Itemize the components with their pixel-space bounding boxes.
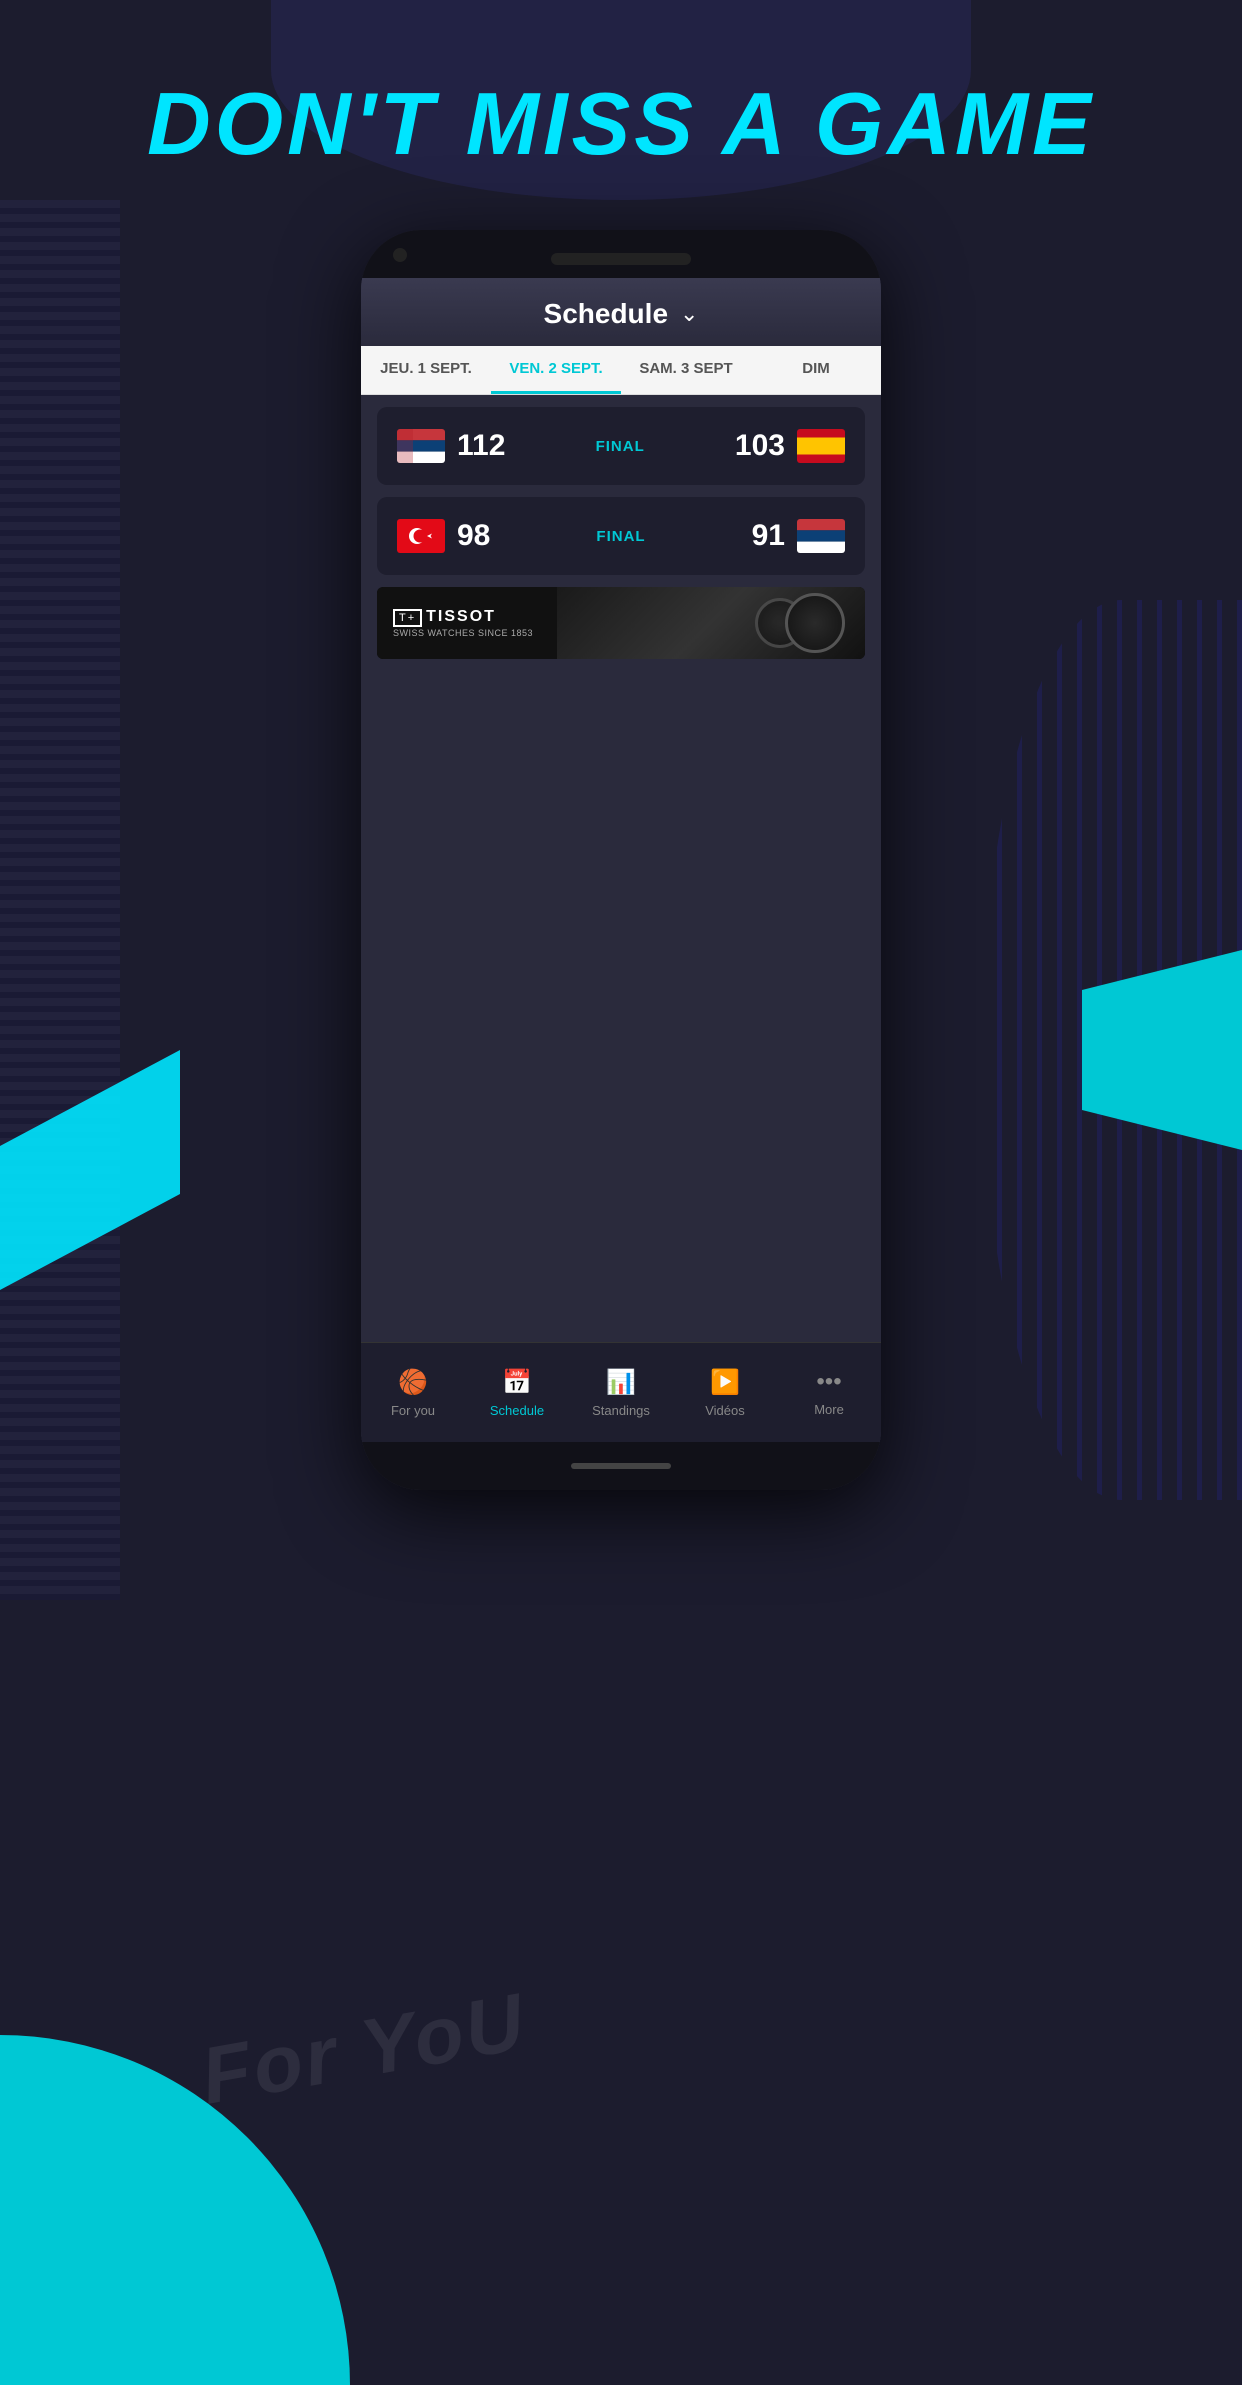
phone-home-indicator	[571, 1463, 671, 1469]
team4-score: 91	[752, 519, 785, 553]
watch-image-2	[785, 593, 845, 653]
bottom-navigation: 🏀 For you 📅 Schedule 📊 Standings ▶️ Vidé…	[361, 1342, 881, 1442]
date-tabs-bar: JEU. 1 SEPT. VEN. 2 SEPT. SAM. 3 SEPT DI…	[361, 346, 881, 395]
match-list: 112 FINAL 103	[361, 395, 881, 1342]
nav-label-more: More	[814, 1402, 844, 1417]
tissot-watch-image	[557, 587, 865, 659]
schedule-title: Schedule	[544, 298, 668, 330]
nav-item-videos[interactable]: ▶️ Vidéos	[673, 1368, 777, 1418]
tab-date-2[interactable]: VEN. 2 SEPT.	[491, 346, 621, 394]
nav-label-for-you: For you	[391, 1403, 435, 1418]
serbia-flag-2-icon	[797, 519, 845, 553]
calendar-icon: 📅	[502, 1368, 532, 1397]
match-card-1[interactable]: 112 FINAL 103	[377, 407, 865, 485]
tab-date-3[interactable]: SAM. 3 SEPT	[621, 346, 751, 394]
page-headline: DON'T MISS A GAME	[80, 80, 1162, 168]
team2-section: 103	[735, 429, 845, 463]
turkey-flag-icon	[397, 519, 445, 553]
match2-status: FINAL	[596, 528, 645, 545]
phone-device: Schedule ⌄ JEU. 1 SEPT. VEN. 2 SEPT. SAM…	[361, 230, 881, 1490]
play-circle-icon: ▶️	[710, 1368, 740, 1397]
nav-label-schedule: Schedule	[490, 1403, 544, 1418]
match1-status: FINAL	[596, 438, 645, 455]
phone-frame: Schedule ⌄ JEU. 1 SEPT. VEN. 2 SEPT. SAM…	[361, 230, 881, 1490]
phone-top-bar	[361, 230, 881, 278]
phone-bottom-bar	[361, 1442, 881, 1490]
nav-label-standings: Standings	[592, 1403, 650, 1418]
nav-item-standings[interactable]: 📊 Standings	[569, 1368, 673, 1418]
team1-score: 112	[457, 429, 505, 463]
tissot-brand-name: T+TISSOT	[393, 608, 496, 626]
team3-score: 98	[457, 519, 490, 553]
team3-section: 98	[397, 519, 490, 553]
bar-chart-icon: 📊	[606, 1368, 636, 1397]
nav-item-for-you[interactable]: 🏀 For you	[361, 1368, 465, 1418]
match-card-2[interactable]: 98 FINAL 91	[377, 497, 865, 575]
chevron-down-icon: ⌄	[680, 301, 698, 327]
phone-speaker	[551, 253, 691, 265]
schedule-header[interactable]: Schedule ⌄	[361, 278, 881, 346]
nav-item-more[interactable]: ••• More	[777, 1368, 881, 1417]
tissot-logo-section: T+TISSOT SWISS WATCHES SINCE 1853	[377, 587, 557, 659]
tissot-tagline: SWISS WATCHES SINCE 1853	[393, 628, 533, 638]
bg-left-stripe	[0, 200, 120, 1600]
nav-label-videos: Vidéos	[705, 1403, 745, 1418]
tab-date-1[interactable]: JEU. 1 SEPT.	[361, 346, 491, 394]
team1-section: 112	[397, 429, 505, 463]
phone-camera	[393, 248, 407, 262]
more-icon: •••	[816, 1368, 841, 1396]
tissot-ad-banner[interactable]: T+TISSOT SWISS WATCHES SINCE 1853	[377, 587, 865, 659]
basketball-icon: 🏀	[398, 1368, 428, 1397]
team2-score: 103	[735, 429, 785, 463]
tab-date-4[interactable]: DIM	[751, 346, 881, 394]
team4-section: 91	[752, 519, 845, 553]
app-screen: Schedule ⌄ JEU. 1 SEPT. VEN. 2 SEPT. SAM…	[361, 278, 881, 1442]
nav-item-schedule[interactable]: 📅 Schedule	[465, 1368, 569, 1418]
spain-flag-icon	[797, 429, 845, 463]
serbia-flag-icon	[397, 429, 445, 463]
